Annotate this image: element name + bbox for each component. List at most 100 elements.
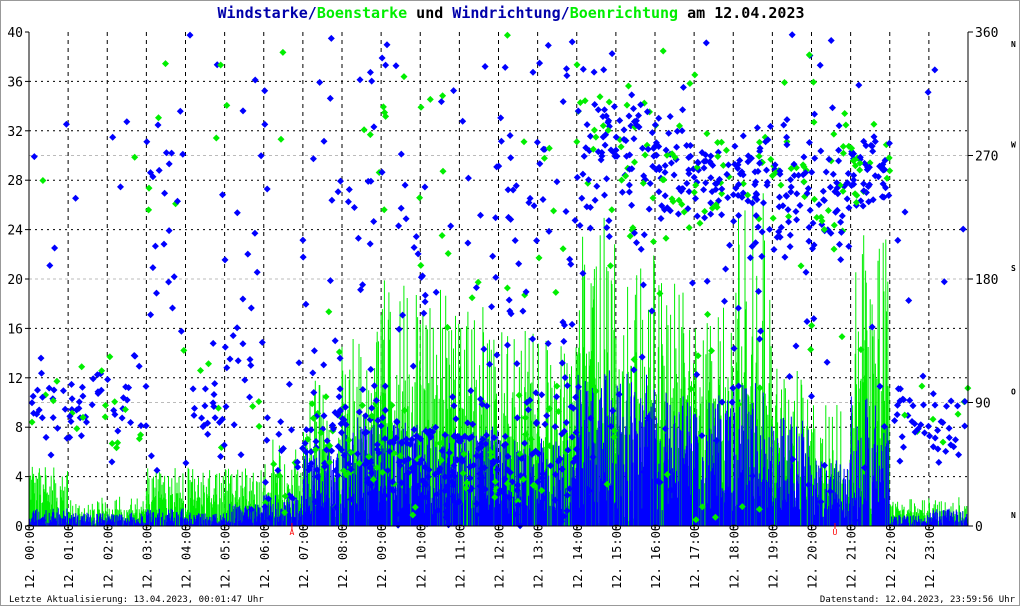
wind-direction-point xyxy=(683,142,691,149)
gust-direction-point xyxy=(755,152,763,160)
gust-direction-point xyxy=(830,245,838,253)
gust-direction-point xyxy=(856,166,864,174)
gust-direction-point xyxy=(830,130,838,138)
wind-direction-point xyxy=(77,432,85,440)
wind-direction-point xyxy=(239,107,247,115)
wind-direction-point xyxy=(625,188,633,196)
wind-direction-point xyxy=(316,78,324,86)
gust-direction-point xyxy=(607,262,614,270)
wind-direction-point xyxy=(793,190,801,198)
wind-direction-point xyxy=(344,198,352,206)
wind-direction-point xyxy=(901,208,909,216)
gust-direction-point xyxy=(690,188,698,196)
wind-direction-point xyxy=(310,389,318,396)
wind-direction-point xyxy=(567,260,575,268)
wind-direction-point xyxy=(947,397,955,405)
wind-direction-point xyxy=(233,209,241,217)
wind-direction-point xyxy=(753,124,761,132)
wind-direction-point xyxy=(544,41,552,49)
gust-direction-point xyxy=(703,130,711,138)
gust-direction-point xyxy=(714,153,722,160)
gust-direction-point xyxy=(114,439,122,447)
wind-direction-point xyxy=(666,113,674,120)
wind-direction-point xyxy=(412,233,420,241)
wind-direction-point xyxy=(961,398,969,405)
wind-direction-point xyxy=(135,362,143,370)
wind-direction-point xyxy=(573,173,581,181)
compass-label: O xyxy=(1011,388,1016,397)
wind-direction-point xyxy=(533,237,541,245)
wind-direction-point xyxy=(221,256,229,264)
wind-direction-point xyxy=(679,106,687,114)
wind-direction-point xyxy=(237,451,245,459)
gust-direction-point xyxy=(155,114,162,122)
wind-direction-point xyxy=(480,345,488,353)
wind-direction-point xyxy=(683,179,691,187)
wind-direction-point xyxy=(262,478,269,486)
wind-direction-point xyxy=(492,214,500,222)
wind-direction-point xyxy=(367,365,375,373)
wind-direction-point xyxy=(608,50,616,58)
x-tick-label: 12. 02:00 xyxy=(101,524,115,589)
left-tick-label: 8 xyxy=(15,421,23,436)
gust-direction-point xyxy=(810,118,818,126)
wind-direction-point xyxy=(539,196,547,203)
gust-direction-point xyxy=(417,103,425,111)
wind-direction-point xyxy=(472,284,480,292)
gust-direction-point xyxy=(929,415,937,423)
wind-direction-point xyxy=(590,68,598,76)
wind-direction-point xyxy=(728,398,736,406)
wind-direction-point xyxy=(869,147,877,155)
wind-direction-point xyxy=(566,255,574,263)
wind-direction-point xyxy=(538,391,546,399)
wind-direction-point xyxy=(942,447,950,455)
wind-direction-point xyxy=(786,231,794,239)
wind-direction-point xyxy=(176,107,184,115)
gust-direction-point xyxy=(685,224,693,232)
gust-direction-point xyxy=(439,167,447,175)
wind-direction-point xyxy=(59,387,67,395)
gust-direction-point xyxy=(650,238,657,246)
gust-direction-point xyxy=(641,151,649,159)
wind-direction-point xyxy=(591,196,599,204)
wind-direction-point xyxy=(576,222,584,229)
wind-direction-point xyxy=(38,369,45,377)
gust-direction-point xyxy=(28,418,36,426)
left-tick-label: 40 xyxy=(7,26,23,41)
gust-direction-point xyxy=(830,221,838,229)
wind-direction-point xyxy=(366,240,374,248)
wind-direction-point xyxy=(370,218,378,225)
gust-direction-point xyxy=(939,438,947,446)
wind-direction-point xyxy=(929,390,937,398)
wind-direction-point xyxy=(796,201,804,209)
wind-direction-point xyxy=(835,157,843,165)
gust-direction-point xyxy=(111,398,119,406)
wind-direction-point xyxy=(578,194,586,202)
wind-direction-point xyxy=(261,87,269,95)
wind-direction-point xyxy=(559,98,567,106)
wind-direction-point xyxy=(190,411,198,419)
gust-direction-point xyxy=(918,382,926,390)
gust-direction-point xyxy=(686,80,694,87)
wind-direction-point xyxy=(945,424,953,432)
gust-direction-point xyxy=(503,31,511,39)
wind-direction-point xyxy=(905,297,913,304)
gust-direction-point xyxy=(886,167,894,175)
wind-direction-point xyxy=(729,384,737,392)
wind-direction-point xyxy=(28,399,36,407)
wind-direction-point xyxy=(345,186,353,193)
wind-direction-point xyxy=(722,265,730,273)
wind-direction-point xyxy=(47,451,55,459)
wind-direction-point xyxy=(758,228,766,236)
gust-direction-point xyxy=(279,48,287,56)
wind-direction-point xyxy=(651,121,659,129)
gust-direction-point xyxy=(535,254,543,262)
gust-direction-point xyxy=(520,138,528,146)
wind-direction-point xyxy=(149,264,157,272)
wind-direction-point xyxy=(179,150,187,158)
wind-direction-point xyxy=(616,117,624,124)
wind-direction-point xyxy=(640,231,648,239)
wind-direction-point xyxy=(898,433,906,441)
gust-direction-point xyxy=(380,206,388,214)
x-tick-label: 12. 14:00 xyxy=(571,524,585,589)
